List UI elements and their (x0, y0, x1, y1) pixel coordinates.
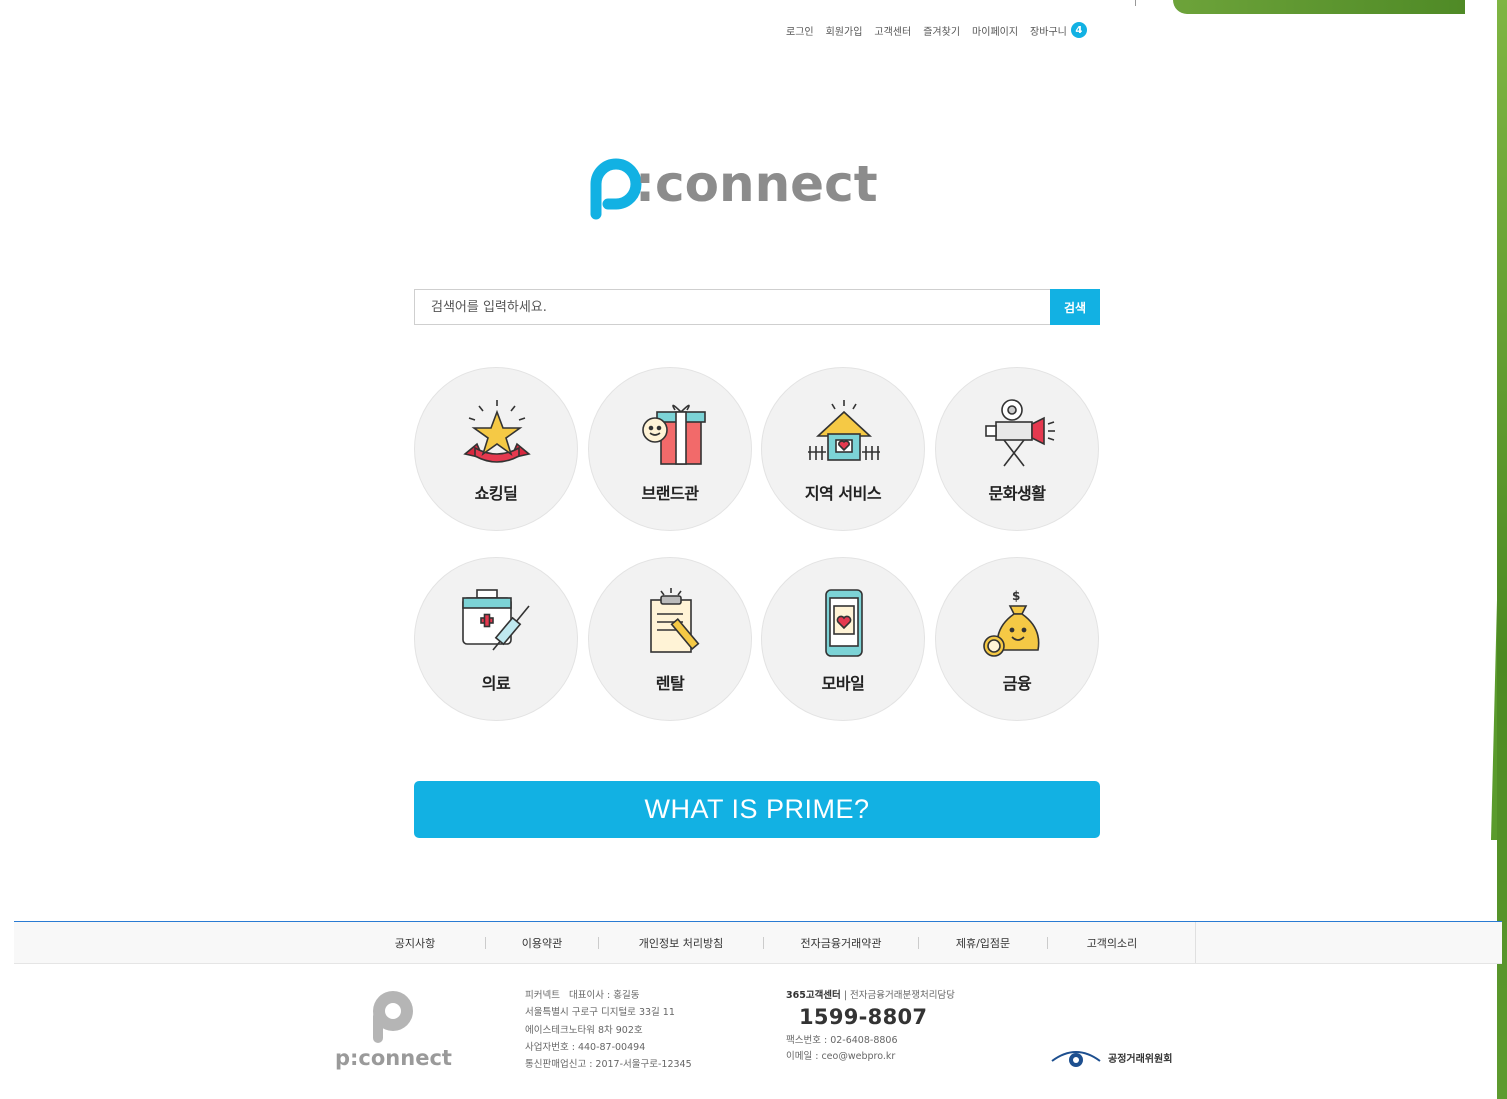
company-business-number: 사업자번호 : 440-87-00494 (525, 1041, 646, 1053)
cs-title-rest: | 전자금융거래분쟁처리담당 (840, 990, 955, 1001)
signup-link[interactable]: 회원가입 (826, 23, 863, 38)
footer-link-partnership[interactable]: 제휴/입점문 (919, 935, 1047, 951)
footer-logo: p:connect (335, 991, 452, 1070)
cart-link[interactable]: 장바구니 4 (1030, 22, 1087, 38)
footer-link-e-finance[interactable]: 전자금융거래약관 (764, 935, 918, 951)
footer-link-feedback[interactable]: 고객의소리 (1048, 935, 1176, 951)
decor-top-bar (1173, 0, 1465, 14)
footer-link-privacy[interactable]: 개인정보 처리방침 (599, 935, 763, 951)
category-label: 브랜드관 (641, 484, 699, 503)
category-local-service[interactable]: 지역 서비스 (761, 367, 925, 531)
smartphone-heart-icon (825, 589, 863, 657)
footer-nav: 공지사항 이용약관 개인정보 처리방침 전자금융거래약관 제휴/입점문 고객의소… (14, 922, 1502, 964)
category-culture[interactable]: 문화생활 (935, 367, 1099, 531)
footer-link-notice[interactable]: 공지사항 (345, 935, 485, 951)
search-bar: 검색 (414, 289, 1100, 325)
category-label: 쇼킹딜 (474, 484, 518, 503)
footer-links: 공지사항 이용약관 개인정보 처리방침 전자금융거래약관 제휴/입점문 고객의소… (345, 922, 1196, 963)
search-button[interactable]: 검색 (1050, 289, 1100, 325)
company-building: 에이스테크노타워 8차 902호 (525, 1024, 643, 1036)
ftc-badge[interactable]: 공정거래위원회 (1050, 1047, 1172, 1067)
mypage-link[interactable]: 마이페이지 (972, 23, 1018, 38)
cs-title-bold: 365고객센터 (786, 990, 841, 1001)
category-label: 금융 (1002, 674, 1032, 693)
decor-tick (1135, 0, 1136, 6)
category-rental[interactable]: 렌탈 (588, 557, 752, 721)
search-input[interactable] (415, 290, 1050, 324)
ftc-label: 공정거래위원회 (1108, 1053, 1173, 1065)
gift-box-icon (642, 404, 706, 465)
star-ribbon-icon (463, 400, 531, 463)
category-label: 의료 (481, 674, 511, 693)
logo-wordmark: :connect (635, 155, 878, 213)
company-ceo: 피커넥트 대표이사 : 홍길동 (525, 990, 640, 1001)
category-label: 문화생활 (988, 484, 1046, 503)
ftc-eye-icon (1051, 1051, 1101, 1067)
category-label: 모바일 (821, 674, 865, 693)
customer-center-link[interactable]: 고객센터 (874, 23, 911, 38)
bookmark-link[interactable]: 즐겨찾기 (923, 23, 960, 38)
cart-count-badge: 4 (1070, 22, 1087, 38)
cs-phone-number: 1599-8807 (799, 1005, 928, 1029)
category-medical[interactable]: 의료 (414, 557, 578, 721)
company-ecommerce-report: 통신판매업신고 : 2017-서울구로-12345 (525, 1059, 692, 1071)
category-brand[interactable]: 브랜드관 (588, 367, 752, 531)
site-logo[interactable]: :connect (586, 150, 928, 220)
category-finance[interactable]: $ 금융 (935, 557, 1099, 721)
clipboard-pencil-icon (650, 588, 700, 653)
company-address: 서울특별시 구로구 디지털로 33길 11 (525, 1007, 675, 1019)
medical-kit-icon (462, 589, 530, 651)
category-label: 지역 서비스 (804, 484, 882, 503)
cs-title: 365고객센터 | 전자금융거래분쟁처리담당 (786, 987, 955, 1001)
money-bag-icon: $ (983, 589, 1040, 657)
top-utility-nav: 로그인 회원가입 고객센터 즐겨찾기 마이페이지 장바구니 4 (786, 22, 1087, 38)
what-is-prime-button[interactable]: WHAT IS PRIME? (414, 781, 1100, 838)
company-info: 피커넥트 대표이사 : 홍길동 서울특별시 구로구 디지털로 33길 11 에이… (525, 987, 692, 1073)
cart-label: 장바구니 (1030, 26, 1067, 38)
category-shocking-deal[interactable]: 쇼킹딜 (414, 367, 578, 531)
movie-projector-icon (985, 399, 1055, 467)
category-mobile[interactable]: 모바일 (761, 557, 925, 721)
login-link[interactable]: 로그인 (786, 23, 814, 38)
cs-fax: 팩스번호 : 02-6408-8806 (786, 1035, 898, 1046)
footer-link-terms[interactable]: 이용약관 (486, 935, 598, 951)
category-label: 렌탈 (655, 674, 685, 693)
customer-service-info: 365고객센터 | 전자금융거래분쟁처리담당 1599-8807 팩스번호 : … (786, 987, 955, 1065)
cs-email: 이메일 : ceo@webpro.kr (786, 1051, 896, 1062)
footer-logo-wordmark: p:connect (335, 1046, 452, 1070)
svg-text:$: $ (1012, 589, 1020, 603)
house-heart-icon (808, 400, 880, 461)
